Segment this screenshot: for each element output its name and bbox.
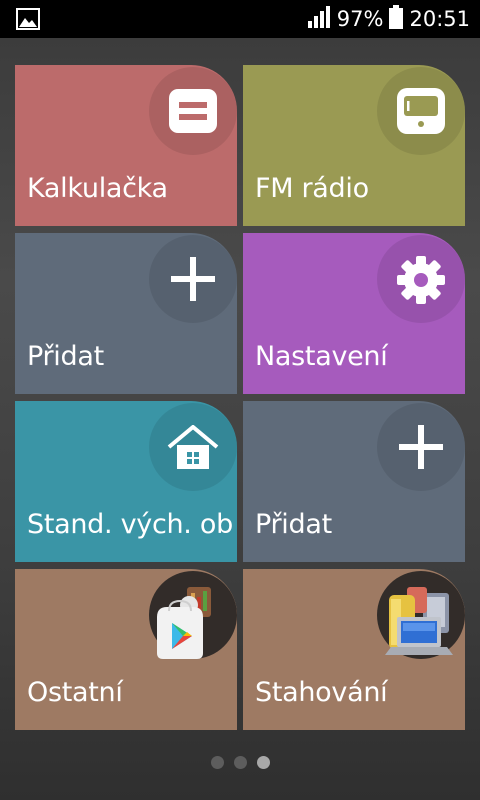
tile-add-2[interactable]: Přidat — [243, 401, 465, 562]
calculator-icon — [169, 89, 217, 133]
tile-label: Nastavení — [255, 341, 388, 372]
tile-label: Ostatní — [27, 677, 123, 708]
play-store-icon — [157, 587, 211, 659]
battery-icon — [389, 4, 404, 34]
gear-icon — [397, 256, 445, 304]
page-indicator — [0, 756, 480, 772]
tile-downloads[interactable]: Stahování — [243, 569, 465, 730]
tile-settings[interactable]: Nastavení — [243, 233, 465, 394]
tile-default-home[interactable]: Stand. vých. ob — [15, 401, 237, 562]
downloads-folder-icon — [385, 587, 453, 655]
tile-label: Kalkulačka — [27, 173, 168, 204]
tile-other[interactable]: Ostatní — [15, 569, 237, 730]
tile-label: Stahování — [255, 677, 388, 708]
plus-icon — [171, 257, 215, 301]
page-dot[interactable] — [210, 756, 224, 769]
page-dot-active[interactable] — [256, 756, 270, 769]
signal-icon — [307, 5, 331, 34]
clock: 20:51 — [409, 7, 470, 31]
plus-icon — [399, 425, 443, 469]
tile-label: Přidat — [255, 509, 332, 540]
home-icon — [167, 425, 219, 469]
tile-fm-radio[interactable]: FM rádio — [243, 65, 465, 226]
status-bar: 97% 20:51 — [0, 0, 480, 38]
tile-label: FM rádio — [255, 173, 369, 204]
battery-percent: 97% — [336, 7, 384, 31]
image-icon — [16, 8, 40, 30]
tile-label: Přidat — [27, 341, 104, 372]
page-dot[interactable] — [233, 756, 247, 769]
tile-calculator[interactable]: Kalkulačka — [15, 65, 237, 226]
tile-add[interactable]: Přidat — [15, 233, 237, 394]
radio-icon — [397, 88, 445, 134]
tile-label: Stand. vých. ob — [27, 509, 233, 540]
